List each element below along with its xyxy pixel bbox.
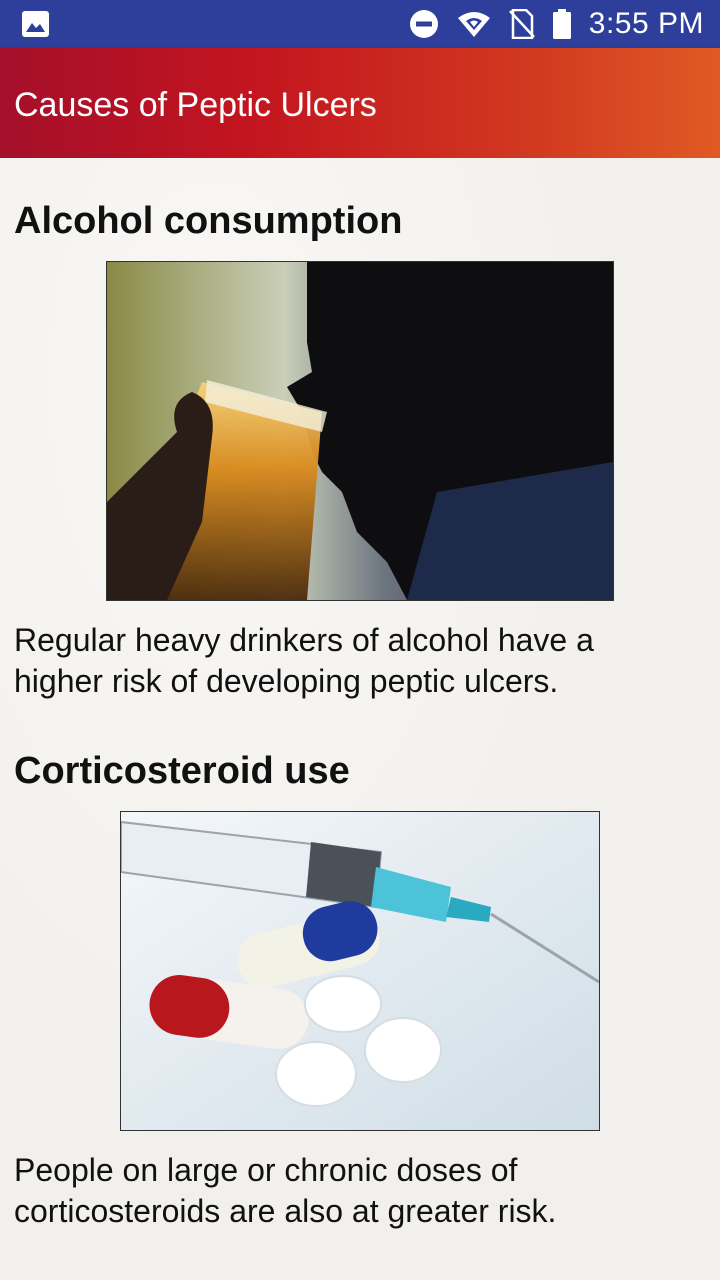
text-line: People on large or chronic doses of xyxy=(14,1152,518,1188)
section-heading-alcohol: Alcohol consumption xyxy=(14,200,403,242)
app-bar: Causes of Peptic Ulcers xyxy=(0,48,720,158)
text-line: higher risk of developing peptic ulcers. xyxy=(14,663,559,699)
section-text-alcohol: Regular heavy drinkers of alcohol have a… xyxy=(14,620,704,702)
page-title: Causes of Peptic Ulcers xyxy=(14,86,377,124)
section-heading-corticosteroid: Corticosteroid use xyxy=(14,750,350,792)
no-sim-icon xyxy=(508,9,535,39)
status-icons: 3:55 PM xyxy=(409,0,704,48)
image-icon xyxy=(22,11,49,37)
battery-icon xyxy=(552,9,571,39)
do-not-disturb-icon xyxy=(409,10,438,38)
section-text-corticosteroid: People on large or chronic doses of cort… xyxy=(14,1150,704,1232)
text-line: Regular heavy drinkers of alcohol have a xyxy=(14,622,594,658)
text-line: corticosteroids are also at greater risk… xyxy=(14,1193,557,1229)
wifi-icon xyxy=(457,12,490,37)
corticosteroid-photo xyxy=(120,811,600,1131)
status-time: 3:55 PM xyxy=(588,7,704,40)
status-bar: 3:55 PM xyxy=(0,0,720,48)
alcohol-photo xyxy=(106,261,614,601)
